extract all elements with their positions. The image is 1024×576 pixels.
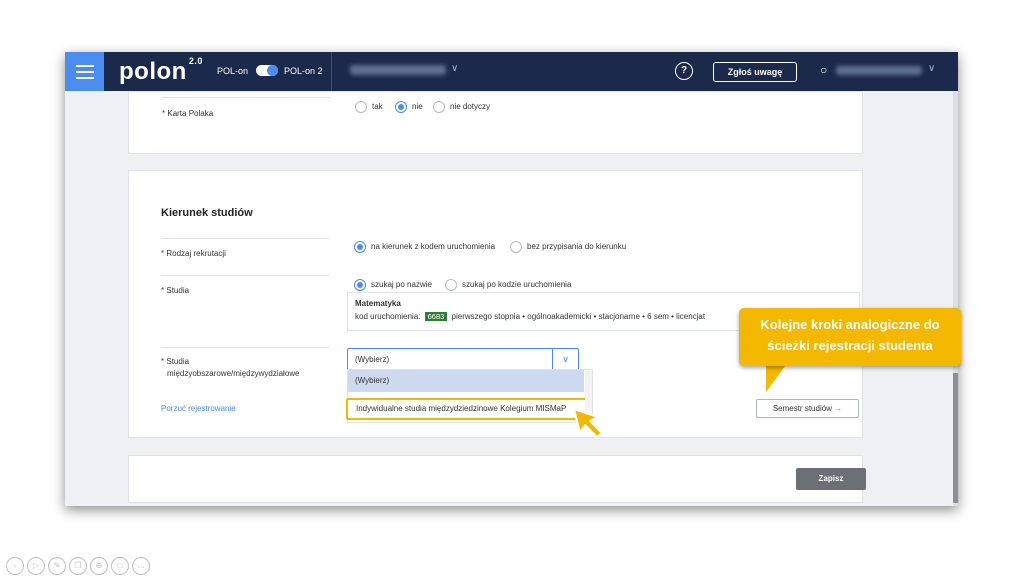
karta-polaka-card: * Karta Polaka tak nie nie dotyczy (128, 91, 863, 154)
slide-controls: ‹ ▷ ✎ ❐ ⊕ □ … (6, 557, 150, 575)
callout-line-2: ścieżki rejestracji studenta (767, 338, 933, 353)
miedzyobszarowe-label: * Studia (161, 357, 190, 366)
chevron-down-icon[interactable]: ∨ (451, 63, 458, 74)
program-name: Matematyka (355, 299, 401, 308)
screen-icon[interactable]: □ (111, 557, 129, 575)
arrow-right-icon: → (834, 404, 843, 413)
miedzyobszarowe-label-line2: międzyobszarowe/międzywydziałowe (167, 369, 300, 378)
version-toggle[interactable] (256, 65, 278, 76)
hamburger-menu-icon[interactable] (65, 52, 104, 91)
app-window: polon 2.0 POL-on POL-on 2 ∨ ? Zgłoś uwagę… (65, 52, 958, 506)
help-circle-icon[interactable]: ? (675, 62, 693, 80)
callout-line-1: Kolejne kroki analogiczne do (760, 317, 940, 332)
abandon-registration-link[interactable]: Porzuć rejestrowanie (161, 404, 236, 413)
code-badge: 6683 (424, 312, 448, 321)
page-scrollbar[interactable] (953, 91, 958, 506)
annotation-callout: Kolejne kroki analogiczne do ścieżki rej… (739, 308, 961, 366)
report-issue-button[interactable]: Zgłoś uwagę (713, 62, 797, 82)
chevron-down-icon[interactable]: ∨ (552, 349, 578, 369)
program-details-line: kod uruchomienia: 6683 pierwszego stopni… (355, 312, 705, 321)
program-details: pierwszego stopnia • ogólnoakademicki • … (451, 312, 706, 321)
save-button[interactable]: Zapisz (796, 468, 866, 490)
user-name-blurred[interactable] (836, 66, 922, 75)
divider (161, 275, 329, 276)
callout-tail (766, 362, 788, 392)
prev-icon[interactable]: ‹ (6, 557, 24, 575)
radio-nie-dotyczy-label: nie dotyczy (450, 102, 491, 111)
dropdown-option-wybierz[interactable]: (Wybierz) (348, 370, 584, 392)
radio-kod-label: na kierunek z kodem uruchomienia (371, 242, 496, 251)
top-navigation-bar: polon 2.0 POL-on POL-on 2 ∨ ? Zgłoś uwagę… (65, 52, 958, 91)
karta-polaka-label: * Karta Polaka (162, 109, 214, 118)
rodzaj-rekrutacji-label: * Rodzaj rekrutacji (161, 249, 226, 258)
radio-kod-uruchomienia[interactable] (354, 241, 366, 253)
section-heading: Kierunek studiów (161, 207, 253, 219)
divider (161, 238, 329, 239)
zoom-icon[interactable]: ⊕ (90, 557, 108, 575)
radio-nie[interactable] (395, 101, 407, 113)
select-value: (Wybierz) (355, 355, 390, 364)
institution-selector-blurred[interactable] (350, 65, 446, 75)
pol-on-label: POL-on (217, 66, 249, 76)
radio-bez-przypisania[interactable] (510, 241, 522, 253)
radio-nie-label: nie (412, 102, 423, 111)
radio-bez-label: bez przypisania do kierunku (527, 242, 627, 251)
studia-label: * Studia (161, 286, 190, 295)
divider (161, 347, 329, 348)
pol-on2-label: POL-on 2 (284, 66, 323, 76)
divider (331, 52, 332, 91)
play-icon[interactable]: ▷ (27, 557, 45, 575)
miedzyobszarowe-select[interactable]: (Wybierz) ∨ (347, 348, 579, 370)
dropdown-option-mismap[interactable]: Indywidualne studia międzydziedzinowe Ko… (346, 398, 588, 420)
radio-tak-label: tak (372, 102, 383, 111)
radio-szukaj-kod[interactable] (445, 279, 457, 291)
pen-icon[interactable]: ✎ (48, 557, 66, 575)
pointer-arrow-icon (573, 408, 603, 438)
radio-szukaj-kod-label: szukaj po kodzie uruchomienia (462, 280, 572, 289)
radio-szukaj-nazwa-label: szukaj po nazwie (371, 280, 432, 289)
save-card (128, 455, 863, 503)
radio-nie-dotyczy[interactable] (433, 101, 445, 113)
chevron-down-icon[interactable]: ∨ (928, 63, 935, 74)
radio-szukaj-nazwa[interactable] (354, 279, 366, 291)
polon-logo[interactable]: polon 2.0 (119, 56, 203, 86)
user-icon[interactable]: ○ (820, 63, 827, 77)
radio-tak[interactable] (355, 101, 367, 113)
code-label: kod uruchomienia: (355, 312, 421, 321)
select-dropdown: (Wybierz) Indywidualne studia międzydzie… (346, 369, 593, 423)
more-icon[interactable]: … (132, 557, 150, 575)
semester-button[interactable]: Semestr studiów → (756, 399, 859, 418)
divider (162, 97, 330, 98)
copy-icon[interactable]: ❐ (69, 557, 87, 575)
